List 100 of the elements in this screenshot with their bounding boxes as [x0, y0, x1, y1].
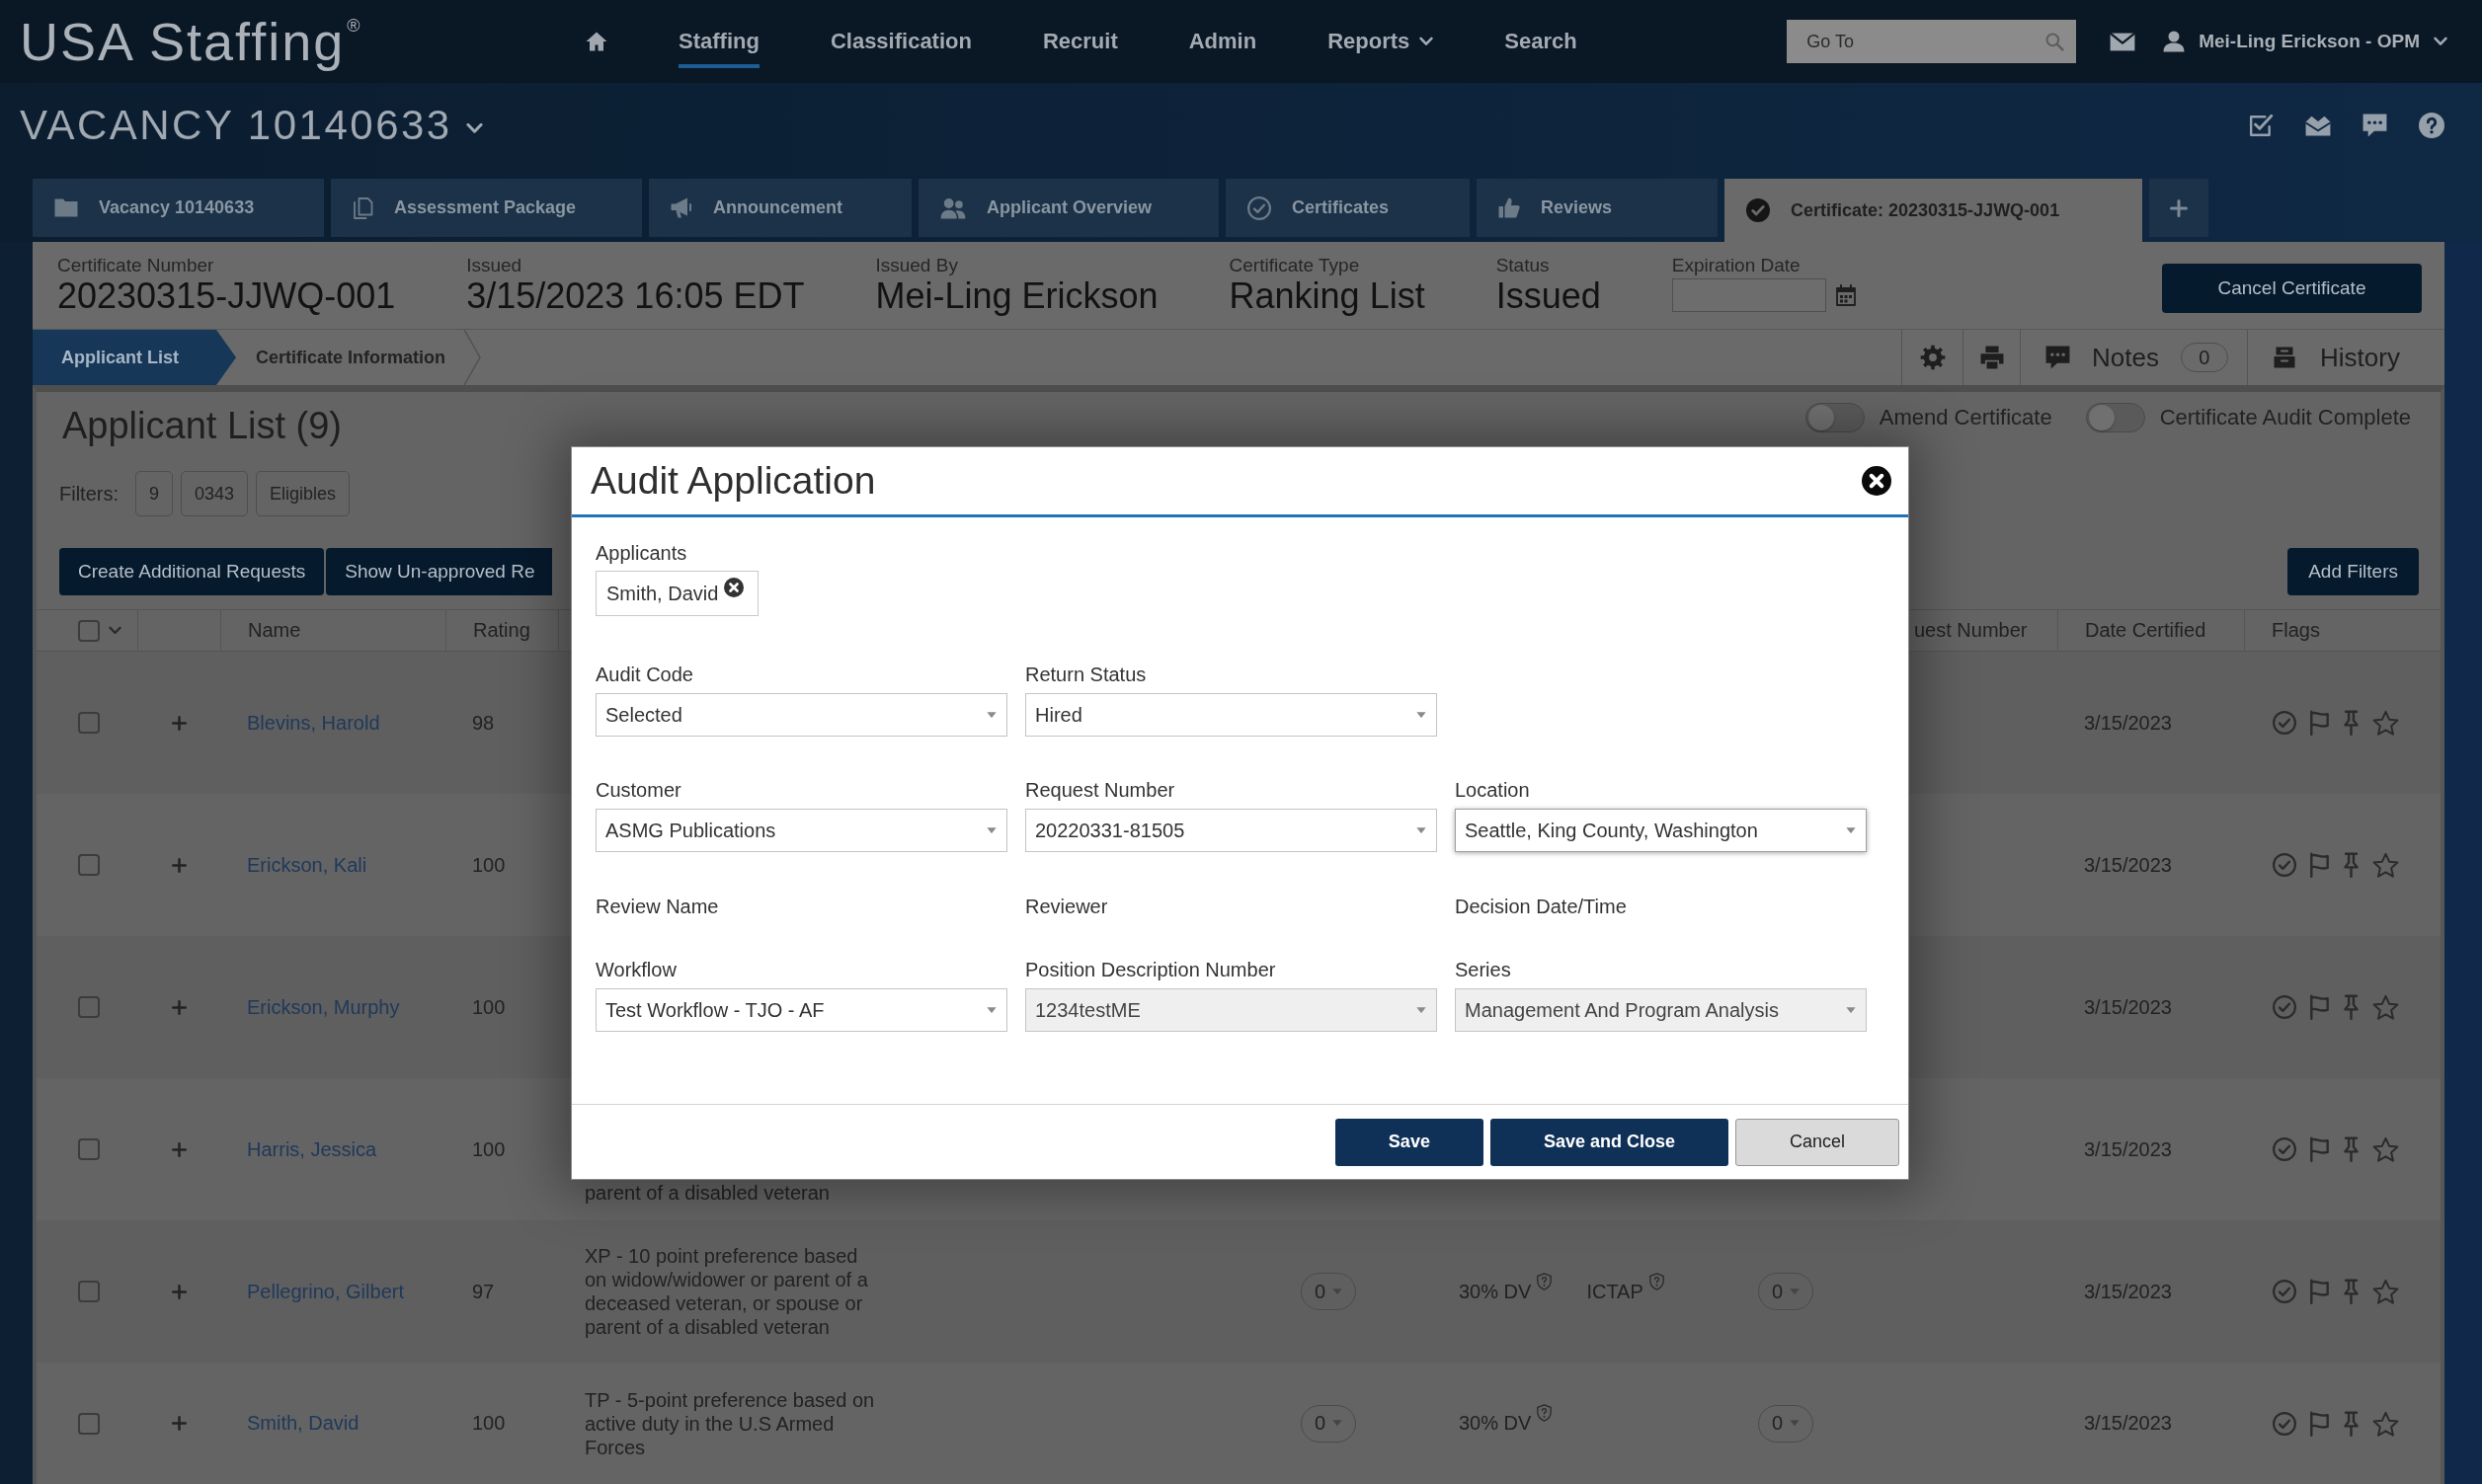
- nav-link[interactable]: Reports: [1327, 29, 1434, 68]
- filter-chip[interactable]: 0343: [181, 471, 249, 516]
- search-icon[interactable]: [2044, 32, 2065, 51]
- plus-icon: [2170, 198, 2188, 217]
- plus-icon[interactable]: [171, 1284, 187, 1299]
- star-icon[interactable]: [2372, 1410, 2399, 1437]
- flag-icon[interactable]: [2309, 1410, 2330, 1437]
- save-and-close-button[interactable]: Save and Close: [1489, 1118, 1728, 1166]
- filter-chip[interactable]: 9: [135, 471, 173, 516]
- help-icon[interactable]: [2419, 113, 2444, 138]
- chevron-down-icon[interactable]: [465, 122, 483, 134]
- flag-icon[interactable]: [2309, 994, 2330, 1020]
- flag-icon[interactable]: [2309, 852, 2330, 878]
- tab[interactable]: Announcement: [649, 179, 912, 237]
- check-circle-icon[interactable]: [2273, 1137, 2296, 1161]
- cancel-button[interactable]: Cancel: [1734, 1118, 1899, 1166]
- check-circle-icon[interactable]: [2273, 853, 2296, 877]
- show-unapproved-button[interactable]: Show Un-approved Re: [326, 548, 553, 595]
- checkbox[interactable]: [78, 712, 100, 734]
- select-field[interactable]: Test Workflow - TJO - AF: [596, 988, 1007, 1032]
- breadcrumb-step[interactable]: Certificate Information: [236, 330, 464, 385]
- check-circle-icon: [1247, 195, 1271, 220]
- select-field[interactable]: Hired: [1025, 693, 1437, 737]
- select-field[interactable]: Seattle, King County, Washington: [1455, 809, 1867, 852]
- checkbox[interactable]: [78, 854, 100, 876]
- plus-icon[interactable]: [171, 715, 187, 731]
- close-icon[interactable]: [1862, 466, 1891, 496]
- column-header[interactable]: uest Number: [1914, 619, 2028, 642]
- calendar-icon[interactable]: [1835, 284, 1856, 306]
- cancel-certificate-button[interactable]: Cancel Certificate: [2162, 264, 2422, 313]
- check-circle-icon[interactable]: [2273, 995, 2296, 1019]
- star-icon[interactable]: [2372, 1279, 2399, 1304]
- checkbox[interactable]: [78, 1412, 100, 1435]
- check-circle-icon[interactable]: [2273, 711, 2296, 735]
- nav-link[interactable]: Search: [1504, 29, 1577, 68]
- user-menu-button[interactable]: Mei-Ling Erickson - OPM: [2163, 31, 2447, 52]
- checkbox[interactable]: [78, 1138, 100, 1160]
- toggle-label: Amend Certificate: [1879, 405, 2052, 430]
- column-header[interactable]: Name: [248, 619, 301, 642]
- checkbox[interactable]: [78, 996, 100, 1018]
- pushpin-icon[interactable]: [2343, 710, 2360, 736]
- save-button[interactable]: Save: [1334, 1118, 1483, 1166]
- chat-bubble-icon[interactable]: [2362, 114, 2387, 137]
- date-input-field[interactable]: [1671, 278, 1826, 312]
- checkbox[interactable]: [78, 619, 100, 642]
- nav-link[interactable]: Classification: [830, 29, 972, 68]
- toggle-switch[interactable]: [1804, 403, 1865, 432]
- check-circle-icon[interactable]: [2273, 1411, 2296, 1436]
- star-icon[interactable]: [2372, 852, 2399, 878]
- go-to-search-field[interactable]: Go To: [1787, 20, 2077, 63]
- column-header[interactable]: Rating: [473, 619, 530, 642]
- tab[interactable]: Vacancy 10140633: [33, 179, 324, 237]
- date-value: 3/15/2023: [2084, 1137, 2172, 1161]
- caret-icon: [1416, 1006, 1426, 1014]
- filter-chip[interactable]: Eligibles: [256, 471, 351, 516]
- flag-icon[interactable]: [2309, 710, 2330, 736]
- column-header[interactable]: Flags: [2272, 619, 2320, 642]
- check-circle-icon[interactable]: [2273, 1280, 2296, 1303]
- shield-question-icon[interactable]: [1648, 1272, 1664, 1290]
- open-envelope-icon[interactable]: [2305, 115, 2331, 136]
- checkbox[interactable]: [78, 1281, 100, 1302]
- tab[interactable]: Applicant Overview: [919, 179, 1219, 237]
- star-icon[interactable]: [2372, 994, 2399, 1020]
- plus-icon[interactable]: [171, 857, 187, 873]
- star-icon[interactable]: [2372, 710, 2399, 736]
- add-tab-button[interactable]: [2149, 179, 2208, 237]
- select-field[interactable]: 20220331-81505: [1025, 809, 1437, 852]
- checkbox-tick-icon[interactable]: [2249, 114, 2274, 137]
- mail-icon[interactable]: [2110, 32, 2136, 51]
- breadcrumb-step[interactable]: Applicant List: [33, 330, 236, 385]
- create-requests-button[interactable]: Create Additional Requests: [59, 548, 325, 595]
- tab[interactable]: Certificate: 20230315-JJWQ-001: [1724, 179, 2142, 242]
- nav-link[interactable]: Admin: [1188, 29, 1257, 68]
- star-icon[interactable]: [2372, 1136, 2399, 1162]
- plus-icon[interactable]: [171, 999, 187, 1015]
- pushpin-icon[interactable]: [2343, 994, 2360, 1020]
- printer-icon: [1979, 346, 2004, 369]
- tab[interactable]: Certificates: [1226, 179, 1470, 237]
- caret-icon: [1846, 826, 1856, 834]
- tab[interactable]: Assessment Package: [331, 179, 642, 237]
- plus-icon[interactable]: [171, 1416, 187, 1431]
- home-icon[interactable]: [586, 32, 607, 51]
- plus-icon[interactable]: [171, 1141, 187, 1157]
- pushpin-icon[interactable]: [2343, 1410, 2360, 1437]
- tab[interactable]: Reviews: [1477, 179, 1718, 237]
- shield-question-icon[interactable]: [1537, 1272, 1553, 1290]
- nav-link[interactable]: Staffing: [679, 29, 760, 68]
- select-field[interactable]: ASMG Publications: [596, 809, 1007, 852]
- nav-link[interactable]: Recruit: [1042, 29, 1118, 68]
- pushpin-icon[interactable]: [2343, 1279, 2360, 1304]
- pushpin-icon[interactable]: [2343, 1136, 2360, 1162]
- flag-icon[interactable]: [2309, 1279, 2330, 1304]
- remove-icon[interactable]: [724, 578, 745, 597]
- toggle-switch[interactable]: [2085, 403, 2145, 432]
- shield-question-icon[interactable]: [1537, 1404, 1553, 1422]
- column-header[interactable]: Date Certified: [2085, 619, 2206, 642]
- select-field[interactable]: Selected: [596, 693, 1007, 737]
- pushpin-icon[interactable]: [2343, 852, 2360, 878]
- flag-icon[interactable]: [2309, 1136, 2330, 1162]
- add-filters-button[interactable]: Add Filters: [2287, 548, 2419, 595]
